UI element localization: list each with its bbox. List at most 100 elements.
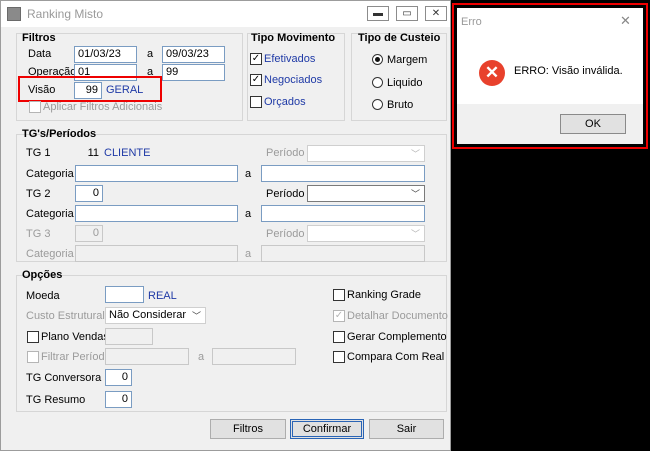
plano-vendas-input[interactable] <box>105 328 153 345</box>
bruto-label: Bruto <box>387 99 414 111</box>
compara-com-real-label: Compara Com Real <box>347 351 445 363</box>
tipo-custeio-title: Tipo de Custeio <box>358 32 441 44</box>
categoria3-a-label: a <box>245 248 252 260</box>
periodo2-select[interactable]: ﹀ <box>307 185 425 202</box>
margem-label: Margem <box>387 54 428 66</box>
dialog-footer: OK <box>457 104 643 144</box>
dialog-title: Erro <box>461 16 482 28</box>
tg2-input[interactable]: 0 <box>75 185 103 202</box>
filtros-button[interactable]: Filtros <box>210 419 286 439</box>
error-icon: ✕ <box>479 60 505 86</box>
tipo-movimento-title: Tipo Movimento <box>251 32 336 44</box>
categoria1-label: Categoria <box>26 168 74 180</box>
liquido-label: Liquido <box>387 77 423 89</box>
negociados-checkbox[interactable]: ✓ <box>250 74 262 86</box>
tg1-label: TG 1 <box>26 147 51 159</box>
tg1-description: CLIENTE <box>104 147 151 159</box>
chevron-down-icon: ﹀ <box>410 149 420 159</box>
error-dialog: Erro ✕ ✕ ERRO: Visão inválida. OK <box>457 8 643 144</box>
custo-estrutural-value: Não Considerar <box>109 309 187 321</box>
categoria2-from-input[interactable] <box>75 205 238 222</box>
aplicar-filtros-checkbox[interactable] <box>29 101 41 113</box>
visao-label: Visão <box>28 84 56 96</box>
tg-conversora-input[interactable]: 0 <box>105 369 132 386</box>
filtrar-periodo-from-input[interactable] <box>105 348 189 365</box>
filtros-title: Filtros <box>22 32 56 44</box>
gerar-complemento-label: Gerar Complemento <box>347 331 447 343</box>
tg-resumo-input[interactable]: 0 <box>105 391 132 408</box>
periodo2-label: Período <box>266 188 305 200</box>
opcoes-title: Opções <box>22 269 63 281</box>
ok-button[interactable]: OK <box>560 114 626 134</box>
chevron-down-icon: ﹀ <box>410 229 420 239</box>
periodo1-label: Período <box>266 147 305 159</box>
sair-button[interactable]: Sair <box>369 419 444 439</box>
liquido-radio[interactable] <box>372 77 383 88</box>
filtrar-periodo-label: Filtrar Período <box>41 351 111 363</box>
tg3-input[interactable]: 0 <box>75 225 103 242</box>
ranking-grade-checkbox[interactable] <box>333 289 345 301</box>
data-a-label: a <box>147 48 154 60</box>
data-label: Data <box>28 48 52 60</box>
moeda-input[interactable] <box>105 286 144 303</box>
tg2-label: TG 2 <box>26 188 51 200</box>
minimize-button[interactable]: ▬ <box>367 6 389 21</box>
visao-input[interactable]: 99 <box>74 82 102 99</box>
ranking-grade-label: Ranking Grade <box>347 289 421 301</box>
close-icon: ✕ <box>431 8 441 19</box>
efetivados-label: Efetivados <box>264 53 316 65</box>
categoria2-a-label: a <box>245 208 252 220</box>
tg1-input[interactable]: 11 <box>75 145 103 162</box>
maximize-icon: ▭ <box>402 8 412 19</box>
plano-vendas-checkbox[interactable] <box>27 331 39 343</box>
bruto-radio[interactable] <box>372 99 383 110</box>
maximize-button[interactable]: ▭ <box>396 6 418 21</box>
tg-resumo-label: TG Resumo <box>26 394 86 406</box>
close-icon: ✕ <box>620 13 631 28</box>
window-title: Ranking Misto <box>27 7 104 21</box>
efetivados-checkbox[interactable]: ✓ <box>250 53 262 65</box>
periodo3-select[interactable]: ﹀ <box>307 225 425 242</box>
custo-estrutural-label: Custo Estrutural <box>26 310 105 322</box>
custo-estrutural-select[interactable]: Não Considerar ﹀ <box>105 307 206 324</box>
categoria2-to-input[interactable] <box>261 205 425 222</box>
data-from-input[interactable]: 01/03/23 <box>74 46 137 63</box>
aplicar-filtros-label: Aplicar Filtros Adicionais <box>43 101 163 113</box>
filtrar-periodo-a-label: a <box>198 351 205 363</box>
compara-com-real-checkbox[interactable] <box>333 351 345 363</box>
error-message: ERRO: Visão inválida. <box>514 65 623 77</box>
plano-vendas-label: Plano Vendas <box>41 331 109 343</box>
periodo1-select[interactable]: ﹀ <box>307 145 425 162</box>
tgs-periodos-title: TG's/Períodos <box>22 128 97 140</box>
orcados-checkbox[interactable] <box>250 96 262 108</box>
categoria2-label: Categoria <box>26 208 74 220</box>
app-icon <box>7 7 21 21</box>
categoria3-from-input[interactable] <box>75 245 238 262</box>
close-button[interactable]: ✕ <box>425 6 447 21</box>
categoria3-to-input[interactable] <box>261 245 425 262</box>
categoria1-from-input[interactable] <box>75 165 238 182</box>
operacao-to-input[interactable]: 99 <box>162 64 225 81</box>
moeda-label: Moeda <box>26 290 60 302</box>
moeda-description: REAL <box>148 290 177 302</box>
title-bar[interactable]: Ranking Misto ▬ ▭ ✕ <box>1 1 450 27</box>
gerar-complemento-checkbox[interactable] <box>333 331 345 343</box>
ranking-misto-window: Ranking Misto ▬ ▭ ✕ Filtros Data 01/03/2… <box>0 0 451 451</box>
periodo3-label: Período <box>266 228 305 240</box>
filtrar-periodo-to-input[interactable] <box>212 348 296 365</box>
data-to-input[interactable]: 09/03/23 <box>162 46 225 63</box>
categoria1-to-input[interactable] <box>261 165 425 182</box>
tg-conversora-label: TG Conversora <box>26 372 102 384</box>
chevron-down-icon: ﹀ <box>410 189 420 199</box>
confirmar-button[interactable]: Confirmar <box>290 419 364 439</box>
filtrar-periodo-checkbox[interactable] <box>27 351 39 363</box>
chevron-down-icon: ﹀ <box>191 311 201 321</box>
orcados-label: Orçados <box>264 96 306 108</box>
detalhar-documento-checkbox[interactable]: ✓ <box>333 310 345 322</box>
visao-description: GERAL <box>106 84 144 96</box>
detalhar-documento-label: Detalhar Documento <box>347 310 448 322</box>
categoria3-label: Categoria <box>26 248 74 260</box>
margem-radio[interactable] <box>372 54 383 65</box>
categoria1-a-label: a <box>245 168 252 180</box>
dialog-close-button[interactable]: ✕ <box>620 13 631 29</box>
